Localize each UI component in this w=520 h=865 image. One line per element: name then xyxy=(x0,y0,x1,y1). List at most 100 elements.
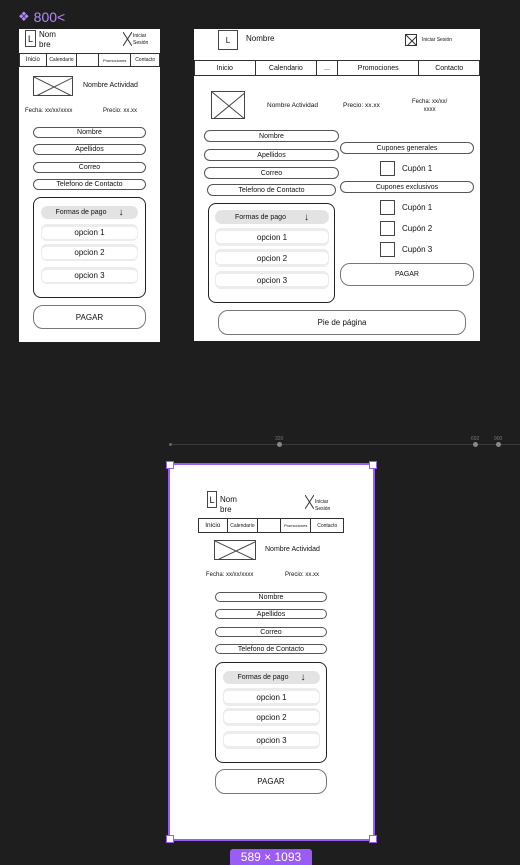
coupon-checkbox[interactable] xyxy=(380,161,395,176)
pay-button[interactable]: PAGAR xyxy=(215,769,327,794)
pay-button[interactable]: PAGAR xyxy=(33,305,146,329)
pay-button[interactable]: PAGAR xyxy=(340,263,474,286)
field-nombre[interactable]: Nombre xyxy=(33,127,146,138)
activity-price: Precio: xx.xx xyxy=(285,572,320,578)
payment-option[interactable]: opcion 1 xyxy=(41,224,138,241)
breakpoint-marker[interactable] xyxy=(473,442,478,447)
payment-option[interactable]: opcion 1 xyxy=(215,228,329,246)
small-frame[interactable]: L Nom bre Iniciar Sesión Inicio Calendar… xyxy=(19,29,160,342)
size-badge: 589 × 1093 xyxy=(230,849,312,865)
logo-letter: L xyxy=(209,494,215,505)
field-nombre[interactable]: Nombre xyxy=(215,592,327,602)
activity-name: Nombre Actividad xyxy=(83,82,138,89)
breakpoint-marker[interactable] xyxy=(496,442,501,447)
nav-tabs: Inicio Calendario Promociones Contacto xyxy=(19,53,160,67)
tab-inicio[interactable]: Inicio xyxy=(195,61,256,75)
payment-dropdown[interactable]: Formas de pago ↓ xyxy=(41,206,138,219)
resize-handle-top-right[interactable] xyxy=(369,461,377,469)
activity-date: Fecha: xx/xx/xxxx xyxy=(25,108,73,114)
field-telefono[interactable]: Telefono de Contacto xyxy=(33,179,146,190)
payment-option-label: opcion 2 xyxy=(42,246,137,259)
logo-box: L xyxy=(207,491,217,508)
resize-handle-bottom-left[interactable] xyxy=(166,835,174,843)
payment-option[interactable]: opcion 3 xyxy=(223,731,320,749)
tab-promociones[interactable]: Promociones xyxy=(281,519,312,532)
tab-promociones[interactable]: Promociones xyxy=(338,61,420,75)
coupon-label: Cupón 3 xyxy=(402,245,433,254)
field-apellidos[interactable]: Apellidos xyxy=(33,144,146,155)
field-correo[interactable]: Correo xyxy=(215,627,327,637)
coupons-exclusive-header[interactable]: Cupones exclusivos xyxy=(340,181,474,193)
breakpoint-marker[interactable] xyxy=(277,442,282,447)
payment-title: Formas de pago xyxy=(237,674,289,681)
resize-handle-bottom-right[interactable] xyxy=(369,835,377,843)
payment-option[interactable]: opcion 2 xyxy=(223,708,320,726)
payment-option-label: opcion 3 xyxy=(42,269,137,282)
login-link[interactable]: Iniciar Sesión xyxy=(422,37,452,43)
login-link[interactable]: Iniciar Sesión xyxy=(315,499,330,513)
payment-option[interactable]: opcion 3 xyxy=(215,271,329,289)
payment-option-label: opcion 3 xyxy=(224,734,319,746)
tab-calendario[interactable]: Calendario xyxy=(228,519,259,532)
nav-tabs: Inicio Calendario ... Promociones Contac… xyxy=(194,60,480,76)
tab-contacto[interactable]: Contacto xyxy=(131,54,159,66)
component-icon: ❖ xyxy=(18,9,30,24)
tab-promociones[interactable]: Promociones xyxy=(99,54,132,66)
payment-option-label: opcion 1 xyxy=(42,226,137,239)
activity-name: Nombre Actividad xyxy=(265,546,320,553)
field-nombre[interactable]: Nombre xyxy=(204,130,339,142)
coupon-label: Cupón 1 xyxy=(402,164,433,173)
logo-letter: L xyxy=(225,35,231,45)
payment-title: Formas de pago xyxy=(55,209,107,216)
tab-inicio[interactable]: Inicio xyxy=(199,519,228,532)
payment-option[interactable]: opcion 1 xyxy=(223,688,320,706)
desktop-frame[interactable]: L Nombre Iniciar Sesión Inicio Calendari… xyxy=(194,29,480,341)
nav-tabs: Inicio Calendario Promociones Contacto xyxy=(198,518,344,533)
field-correo[interactable]: Correo xyxy=(33,162,146,173)
login-icon xyxy=(123,32,132,46)
brand-name: Nom bre xyxy=(220,495,237,514)
activity-image xyxy=(211,91,245,119)
coupon-label: Cupón 1 xyxy=(402,203,433,212)
tab-more[interactable] xyxy=(258,519,281,532)
payment-option[interactable]: opcion 3 xyxy=(41,267,138,284)
tab-contacto[interactable]: Contacto xyxy=(311,519,343,532)
tab-calendario[interactable]: Calendario xyxy=(256,61,318,75)
coupons-general-header[interactable]: Cupones generales xyxy=(340,142,474,154)
field-correo[interactable]: Correo xyxy=(204,167,339,179)
field-apellidos[interactable]: Apellidos xyxy=(215,609,327,619)
footer: Pie de página xyxy=(218,310,466,335)
payment-option-label: opcion 1 xyxy=(224,691,319,703)
activity-price: Precio: xx.xx xyxy=(343,102,380,109)
coupon-checkbox[interactable] xyxy=(380,200,395,215)
arrow-down-icon: ↓ xyxy=(118,207,124,218)
activity-name: Nombre Actividad xyxy=(267,102,318,109)
mobile-frame[interactable]: L Nom bre Iniciar Sesión Inicio Calendar… xyxy=(168,463,375,841)
tab-calendario[interactable]: Calendario xyxy=(47,54,78,66)
tab-more[interactable]: ... xyxy=(317,61,338,75)
coupon-checkbox[interactable] xyxy=(380,221,395,236)
logo-box: L xyxy=(25,30,36,47)
coupon-label: Cupón 2 xyxy=(402,224,433,233)
field-telefono[interactable]: Telefono de Contacto xyxy=(207,184,336,196)
resize-handle-top-left[interactable] xyxy=(166,461,174,469)
breakpoint-marker xyxy=(169,443,172,446)
tab-more[interactable] xyxy=(77,54,99,66)
activity-image xyxy=(33,76,73,96)
tab-inicio[interactable]: Inicio xyxy=(20,54,47,66)
coupon-checkbox[interactable] xyxy=(380,242,395,257)
logo-letter: L xyxy=(27,33,33,44)
tab-contacto[interactable]: Contacto xyxy=(419,61,479,75)
payment-panel: Formas de pago ↓ opcion 1 opcion 2 opcio… xyxy=(33,197,146,298)
payment-dropdown[interactable]: Formas de pago ↓ xyxy=(215,210,329,224)
field-telefono[interactable]: Telefono de Contacto xyxy=(215,644,327,654)
payment-option-label: opcion 2 xyxy=(224,711,319,723)
frame-label[interactable]: ❖ 800< xyxy=(18,9,65,25)
payment-option[interactable]: opcion 2 xyxy=(215,249,329,267)
brand-name: Nombre xyxy=(246,34,275,43)
payment-option[interactable]: opcion 2 xyxy=(41,244,138,261)
payment-dropdown[interactable]: Formas de pago ↓ xyxy=(223,671,320,684)
field-apellidos[interactable]: Apellidos xyxy=(204,149,339,161)
activity-image xyxy=(214,540,256,560)
login-link[interactable]: Iniciar Sesión xyxy=(133,33,148,47)
